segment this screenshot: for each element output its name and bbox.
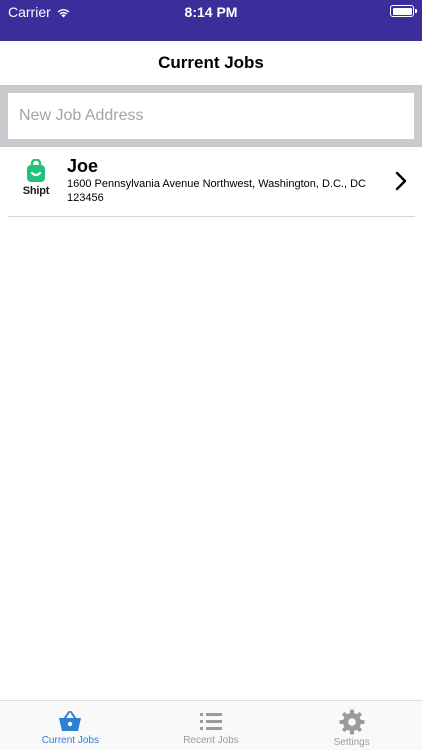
page-title: Current Jobs (158, 53, 264, 72)
tab-bar: Current Jobs Recent Jobs Settings (0, 700, 422, 750)
tab-label: Settings (333, 737, 370, 748)
gear-icon (339, 709, 365, 735)
status-bar: Carrier 8:14 PM (0, 0, 422, 41)
tab-label: Recent Jobs (183, 735, 239, 746)
shipt-logo: Shipt (18, 159, 54, 205)
job-address: 1600 Pennsylvania Avenue Northwest, Wash… (67, 178, 366, 190)
battery-icon (390, 5, 417, 17)
tab-settings[interactable]: Settings (281, 701, 422, 750)
chevron-right-icon (395, 171, 407, 191)
shipt-logo-text: Shipt (22, 185, 50, 197)
tab-current-jobs[interactable]: Current Jobs (0, 701, 141, 750)
job-list-item[interactable]: Shipt Joe 1600 Pennsylvania Avenue North… (8, 147, 415, 217)
shipt-bag-icon (27, 159, 45, 182)
status-time: 8:14 PM (184, 4, 238, 20)
navigation-bar: Current Jobs (0, 41, 422, 85)
basket-icon (59, 711, 82, 731)
address-search-bar (0, 85, 422, 147)
list-icon (200, 713, 222, 730)
job-number: 123456 (67, 192, 104, 204)
new-job-address-input[interactable] (8, 93, 414, 139)
tab-label: Current Jobs (41, 735, 99, 746)
job-name: Joe (67, 156, 99, 176)
tab-recent-jobs[interactable]: Recent Jobs (141, 701, 282, 750)
